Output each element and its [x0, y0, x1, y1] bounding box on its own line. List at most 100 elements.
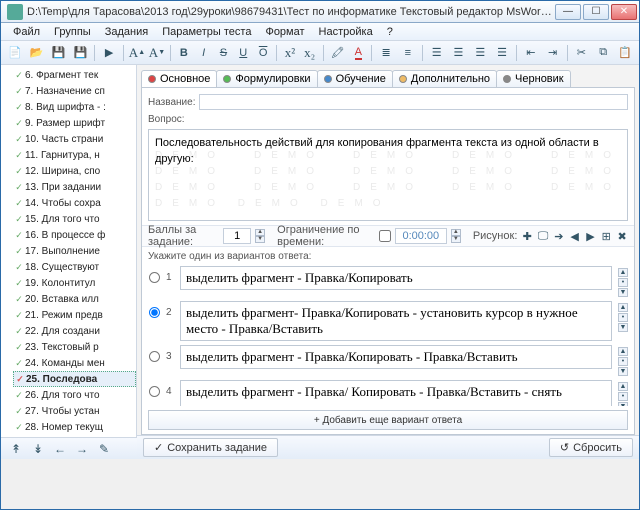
answer-up-icon[interactable]: ▲	[618, 268, 628, 277]
superscript-icon[interactable]: x²	[281, 43, 299, 63]
answer-editor[interactable]: выделить фрагмент - Правка/Копировать	[180, 266, 612, 290]
tree-item[interactable]: 8. Вид шрифта - :	[13, 99, 136, 115]
question-editor[interactable]: Последовательность действий для копирова…	[148, 129, 628, 221]
overline-icon[interactable]: O	[254, 43, 272, 63]
image-add-icon[interactable]: ✚	[521, 228, 533, 244]
tree-item[interactable]: 25. Последова	[13, 371, 136, 387]
bold-icon[interactable]: B	[175, 43, 193, 63]
tree-item[interactable]: 21. Режим предв	[13, 307, 136, 323]
time-up-icon[interactable]: ▲	[451, 229, 461, 236]
answer-up-icon[interactable]: ▲	[618, 382, 628, 391]
tree-item[interactable]: 20. Вставка илл	[13, 291, 136, 307]
nav-down-icon[interactable]: ↡	[29, 440, 47, 458]
tab-formulations[interactable]: Формулировки	[216, 70, 317, 87]
bullets-icon[interactable]: ≣	[376, 43, 396, 63]
answer-editor[interactable]: выделить фрагмент- Правка/Копировать - у…	[180, 301, 612, 341]
align-left-icon[interactable]: ☰	[427, 43, 447, 63]
cut-icon[interactable]: ✂	[572, 43, 592, 63]
timelimit-checkbox[interactable]	[379, 230, 391, 242]
strike-icon[interactable]: S	[215, 43, 233, 63]
highlight-icon[interactable]: 🖍	[328, 43, 348, 63]
font-size-up-icon[interactable]: A▲	[128, 43, 146, 63]
answer-radio[interactable]	[149, 351, 160, 362]
tree-item[interactable]: 23. Текстовый р	[13, 339, 136, 355]
menu-format[interactable]: Формат	[259, 25, 310, 38]
timelimit-input[interactable]	[395, 228, 447, 244]
nav-left-icon[interactable]: ←	[51, 440, 69, 458]
maximize-button[interactable]: ☐	[583, 4, 609, 20]
preview-icon[interactable]: ▶	[99, 43, 119, 63]
answer-radio[interactable]	[149, 307, 160, 318]
points-up-icon[interactable]: ▲	[255, 229, 265, 236]
tree-item[interactable]: 24. Команды мен	[13, 355, 136, 371]
align-justify-icon[interactable]: ☰	[492, 43, 512, 63]
image-next-icon[interactable]: ▶	[585, 228, 597, 244]
italic-icon[interactable]: I	[195, 43, 213, 63]
tree-item[interactable]: 13. При задании	[13, 179, 136, 195]
menu-groups[interactable]: Группы	[48, 25, 97, 38]
tree-item[interactable]: 19. Колонтитул	[13, 275, 136, 291]
font-color-icon[interactable]: A	[349, 43, 367, 63]
tree-item[interactable]: 18. Существуют	[13, 259, 136, 275]
minimize-button[interactable]: —	[555, 4, 581, 20]
tab-learning[interactable]: Обучение	[317, 70, 393, 87]
menu-help[interactable]: ?	[381, 25, 399, 38]
image-monitor-icon[interactable]: 🖵	[537, 228, 549, 244]
answer-down-icon[interactable]: ▼	[618, 402, 628, 406]
image-expand-icon[interactable]: ➔	[553, 228, 565, 244]
new-icon[interactable]: 📄	[5, 43, 25, 63]
tree-item[interactable]: 9. Размер шрифт	[13, 115, 136, 131]
tree-item[interactable]: 16. В процессе ф	[13, 227, 136, 243]
tab-draft[interactable]: Черновик	[496, 70, 571, 87]
answer-down-icon[interactable]: ▼	[618, 288, 628, 297]
subscript-icon[interactable]: x₂	[301, 43, 319, 63]
underline-icon[interactable]: U	[234, 43, 252, 63]
image-delete-icon[interactable]: ✖	[616, 228, 628, 244]
answer-editor[interactable]: выделить фрагмент - Правка/ Копировать -…	[180, 380, 612, 406]
save-task-button[interactable]: ✓Сохранить задание	[143, 438, 278, 457]
time-down-icon[interactable]: ▼	[451, 236, 461, 243]
answer-up-icon[interactable]: ▲	[618, 303, 628, 312]
indent-left-icon[interactable]: ⇤	[521, 43, 541, 63]
menu-settings[interactable]: Настройка	[313, 25, 379, 38]
question-tree[interactable]: 6. Фрагмент тек7. Назначение сп8. Вид шр…	[1, 65, 137, 437]
indent-right-icon[interactable]: ⇥	[543, 43, 563, 63]
answer-radio[interactable]	[149, 386, 160, 397]
reset-button[interactable]: ↺Сбросить	[549, 438, 633, 457]
points-input[interactable]	[223, 228, 251, 244]
tree-item[interactable]: 11. Гарнитура, н	[13, 147, 136, 163]
numbering-icon[interactable]: ≡	[398, 43, 418, 63]
answer-menu-icon[interactable]: •	[618, 357, 628, 366]
name-input[interactable]	[199, 94, 628, 110]
nav-edit-icon[interactable]: ✎	[95, 440, 113, 458]
copy-icon[interactable]: ⧉	[593, 43, 613, 63]
tree-item[interactable]: 12. Ширина, спо	[13, 163, 136, 179]
tree-item[interactable]: 27. Чтобы устан	[13, 403, 136, 419]
answer-down-icon[interactable]: ▼	[618, 367, 628, 376]
answer-up-icon[interactable]: ▲	[618, 347, 628, 356]
add-answer-button[interactable]: + Добавить еще вариант ответа	[148, 410, 628, 430]
tree-item[interactable]: 14. Чтобы сохра	[13, 195, 136, 211]
answer-down-icon[interactable]: ▼	[618, 323, 628, 332]
close-button[interactable]: ✕	[611, 4, 637, 20]
open-icon[interactable]: 📂	[27, 43, 47, 63]
image-prev-icon[interactable]: ◀	[569, 228, 581, 244]
menu-file[interactable]: Файл	[7, 25, 46, 38]
tab-extra[interactable]: Дополнительно	[392, 70, 497, 87]
nav-up-icon[interactable]: ↟	[7, 440, 25, 458]
save-icon[interactable]: 💾	[49, 43, 69, 63]
font-size-down-icon[interactable]: A▼	[148, 43, 166, 63]
saveall-icon[interactable]: 💾	[70, 43, 90, 63]
answer-radio[interactable]	[149, 272, 160, 283]
points-down-icon[interactable]: ▼	[255, 236, 265, 243]
paste-icon[interactable]: 📋	[615, 43, 635, 63]
answer-menu-icon[interactable]: •	[618, 313, 628, 322]
answer-editor[interactable]: выделить фрагмент - Правка/Копировать - …	[180, 345, 612, 369]
tree-item[interactable]: 15. Для того что	[13, 211, 136, 227]
menu-params[interactable]: Параметры теста	[156, 25, 257, 38]
tree-item[interactable]: 6. Фрагмент тек	[13, 67, 136, 83]
answer-menu-icon[interactable]: •	[618, 392, 628, 401]
tree-item[interactable]: 22. Для создани	[13, 323, 136, 339]
answer-menu-icon[interactable]: •	[618, 278, 628, 287]
tree-item[interactable]: 7. Назначение сп	[13, 83, 136, 99]
